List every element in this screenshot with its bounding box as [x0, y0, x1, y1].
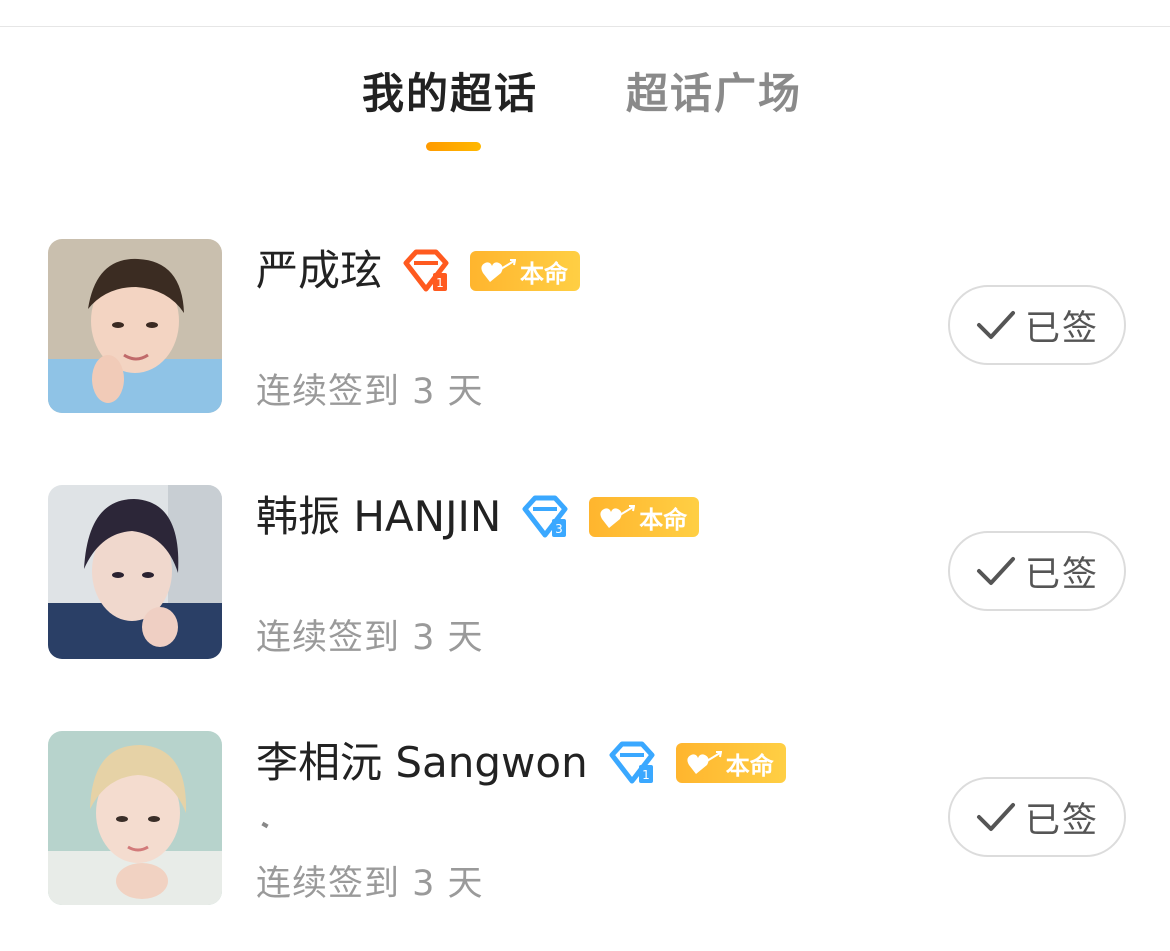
signed-in-button[interactable]: 已签 — [948, 285, 1126, 365]
favorite-badge: 本命 — [470, 251, 581, 291]
check-icon — [976, 557, 1015, 585]
checkin-streak: 连续签到 3 天 — [256, 864, 484, 904]
svg-text:3: 3 — [555, 522, 563, 536]
topic-name[interactable]: 韩振 HANJIN — [256, 487, 501, 547]
checkin-streak: 连续签到 3 天 — [256, 618, 484, 658]
heart-arrow-icon — [687, 751, 722, 774]
active-tab-indicator — [426, 142, 481, 151]
blue-gem-level-icon: 3 — [522, 495, 568, 538]
topic-name[interactable]: 李相沅 Sangwon — [256, 733, 588, 793]
topic-row[interactable]: 严成玹 1 本命 连续签到 3 天 已签 — [0, 239, 1170, 419]
blue-gem-level-icon: 1 — [609, 741, 655, 784]
favorite-badge-label: 本命 — [520, 259, 569, 288]
signed-in-label: 已签 — [1024, 800, 1099, 841]
svg-text:1: 1 — [436, 276, 444, 290]
top-divider — [0, 26, 1170, 27]
signed-in-label: 已签 — [1024, 308, 1099, 349]
topic-row[interactable]: 李相沅 Sangwon 1 本命 连续签到 3 天 已签 — [0, 731, 1170, 911]
topic-title-line: 李相沅 Sangwon 1 本命 — [256, 733, 786, 793]
signed-in-button[interactable]: 已签 — [948, 777, 1126, 857]
heart-arrow-icon — [600, 505, 636, 528]
topic-avatar[interactable] — [48, 485, 222, 659]
favorite-badge-label: 本命 — [725, 751, 774, 780]
red-gem-level-icon: 1 — [403, 249, 449, 292]
topic-title-line: 严成玹 1 本命 — [256, 241, 581, 301]
checkin-streak: 连续签到 3 天 — [256, 372, 484, 412]
check-icon — [976, 311, 1015, 339]
topic-row[interactable]: 韩振 HANJIN 3 本命 连续签到 3 天 已签 — [0, 485, 1170, 665]
tab-bar: 我的超话 超话广场 — [0, 62, 1170, 162]
svg-text:1: 1 — [642, 768, 650, 782]
signed-in-button[interactable]: 已签 — [948, 531, 1126, 611]
tab-my-super-topics[interactable]: 我的超话 — [362, 62, 538, 126]
favorite-badge: 本命 — [589, 497, 700, 537]
topic-avatar[interactable] — [48, 239, 222, 413]
tab-super-topic-square[interactable]: 超话广场 — [626, 62, 802, 126]
topic-title-line: 韩振 HANJIN 3 本命 — [256, 487, 700, 547]
stray-mark — [261, 821, 269, 829]
heart-arrow-icon — [481, 259, 517, 282]
check-icon — [976, 803, 1015, 831]
topic-avatar[interactable] — [48, 731, 222, 905]
signed-in-label: 已签 — [1024, 554, 1099, 595]
topic-name[interactable]: 严成玹 — [256, 241, 382, 301]
favorite-badge-label: 本命 — [639, 505, 688, 534]
favorite-badge: 本命 — [675, 743, 786, 783]
